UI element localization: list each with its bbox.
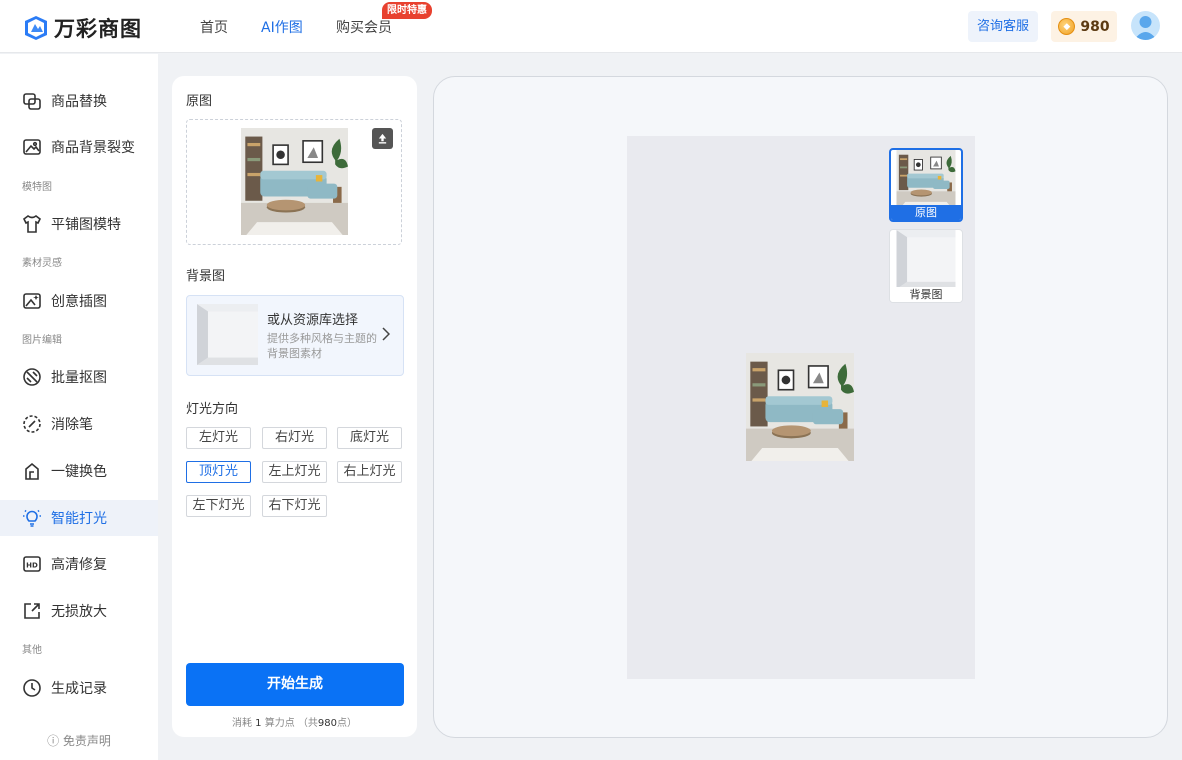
upload-button[interactable] (372, 128, 393, 149)
background-thumbnail (197, 304, 258, 365)
sidebar-item-smart-lighting[interactable]: 智能打光 (0, 500, 158, 536)
layer-thumb-original[interactable]: 原图 (889, 148, 963, 222)
background-image-label: 背景图 (186, 269, 226, 284)
recolor-icon (25, 462, 39, 480)
layer-label: 原图 (891, 205, 961, 220)
upload-icon (378, 133, 387, 144)
background-library-select[interactable]: 或从资源库选择 提供多种风格与主题的背景图素材 (186, 295, 404, 376)
coin-icon: ◆ (1058, 18, 1076, 35)
cost-total-suffix: 点） (337, 718, 358, 729)
sidebar-item-label: 生成记录 (51, 681, 107, 697)
customer-service-button[interactable]: 咨询客服 (968, 11, 1038, 42)
canvas-product-image[interactable] (746, 353, 854, 461)
avatar[interactable] (1131, 11, 1160, 40)
original-image-upload[interactable] (186, 119, 402, 245)
background-library-title: 或从资源库选择 (267, 313, 359, 328)
eraser-icon (23, 415, 41, 433)
sidebar-item-background-variation[interactable]: 商品背景裂变 (0, 129, 158, 165)
sidebar-item-label: 高清修复 (51, 557, 107, 573)
preview-canvas[interactable]: 原图 背景图 (627, 136, 975, 679)
original-image-label: 原图 (186, 94, 213, 109)
logo-icon (25, 16, 47, 40)
cost-prefix: 消耗 (231, 718, 252, 729)
info-icon: ⓘ (47, 734, 60, 748)
preview-panel: 原图 背景图 (433, 76, 1168, 738)
sidebar-item-hd-restore[interactable]: HD 高清修复 (0, 546, 158, 582)
start-generate-button[interactable]: 开始生成 (186, 663, 404, 706)
chevron-right-icon (382, 327, 390, 341)
sidebar-item-label: 一键换色 (51, 464, 107, 480)
layer-background-image (890, 230, 962, 289)
top-header: 万彩商图 首页 AI作图 购买会员 限时特惠 咨询客服 ◆ 980 (0, 0, 1182, 53)
light-option-top[interactable]: 顶灯光 (186, 461, 251, 483)
sidebar-item-label: 商品替换 (51, 94, 107, 110)
light-option-top-right[interactable]: 右上灯光 (337, 461, 402, 483)
light-option-top-left[interactable]: 左上灯光 (262, 461, 327, 483)
layer-original-image (891, 150, 961, 209)
sidebar-item-label: 消除笔 (51, 417, 93, 433)
nav-buy-membership[interactable]: 购买会员 (336, 17, 392, 37)
sidebar-item-lossless-upscale[interactable]: 无损放大 (0, 593, 158, 629)
sidebar-item-eraser[interactable]: 消除笔 (0, 406, 158, 442)
light-option-left[interactable]: 左灯光 (186, 427, 251, 449)
cost-total: 980 (317, 718, 338, 729)
shirt-icon (22, 215, 42, 233)
logo-text: 万彩商图 (54, 17, 142, 41)
illustration-icon (23, 293, 41, 309)
hd-icon: HD (23, 556, 41, 572)
group-label-model: 模特图 (22, 182, 52, 193)
product-replace-icon (23, 93, 41, 110)
light-option-right[interactable]: 右灯光 (262, 427, 327, 449)
sidebar-item-product-replace[interactable]: 商品替换 (0, 83, 158, 119)
sidebar-item-label: 智能打光 (51, 511, 107, 527)
original-image-thumbnail (241, 128, 348, 235)
nav-ai-drawing[interactable]: AI作图 (261, 17, 303, 37)
sidebar-item-label: 商品背景裂变 (51, 140, 135, 156)
sidebar-item-label: 平铺图模特 (51, 217, 121, 233)
sidebar-item-batch-cutout[interactable]: 批量抠图 (0, 359, 158, 395)
points-balance[interactable]: ◆ 980 (1051, 11, 1117, 42)
group-label-other: 其他 (22, 645, 42, 656)
sidebar-item-label: 创意插图 (51, 294, 107, 310)
cutout-icon (23, 368, 41, 386)
points-value: 980 (1080, 18, 1110, 35)
cost-total-prefix: （共 (297, 718, 318, 729)
layer-thumb-background[interactable]: 背景图 (889, 229, 963, 303)
sidebar-item-flatlay-model[interactable]: 平铺图模特 (0, 206, 158, 242)
group-label-image-edit: 图片编辑 (22, 335, 62, 346)
sidebar-item-creative-illustration[interactable]: 创意插图 (0, 283, 158, 319)
light-option-bottom-right[interactable]: 右下灯光 (262, 495, 327, 517)
light-option-bottom[interactable]: 底灯光 (337, 427, 402, 449)
promo-badge: 限时特惠 (382, 2, 432, 19)
light-direction-label: 灯光方向 (186, 402, 239, 417)
lightbulb-icon (23, 509, 41, 527)
sidebar: 商品替换 商品背景裂变 模特图 平铺图模特 素材灵感 创意插图 图片编辑 批量抠… (0, 54, 158, 760)
sidebar-item-label: 无损放大 (51, 604, 107, 620)
cost-amount: 1 (255, 718, 262, 729)
sidebar-item-recolor[interactable]: 一键换色 (0, 453, 158, 489)
background-library-desc: 提供多种风格与主题的背景图素材 (267, 332, 377, 360)
sidebar-item-label: 批量抠图 (51, 370, 107, 386)
group-label-inspiration: 素材灵感 (22, 258, 62, 269)
expand-icon (24, 603, 40, 619)
image-icon (23, 139, 41, 155)
cost-info: 消耗 1 算力点 （共980点） (172, 714, 417, 729)
user-icon (1134, 16, 1157, 40)
clock-icon (23, 679, 41, 697)
light-option-bottom-left[interactable]: 左下灯光 (186, 495, 251, 517)
svg-text:HD: HD (26, 562, 38, 570)
sidebar-item-history[interactable]: 生成记录 (0, 670, 158, 706)
nav-home[interactable]: 首页 (200, 17, 228, 37)
layer-label: 背景图 (890, 287, 962, 302)
settings-panel: 原图 背景图 或从资源库选择 提供多种风格与主题的背景图素材 灯光方向 左灯光 … (172, 76, 417, 737)
disclaimer-link[interactable]: ⓘ 免责声明 (0, 732, 158, 749)
cost-unit: 算力点 (264, 718, 295, 729)
disclaimer-label: 免责声明 (62, 734, 111, 748)
logo[interactable]: 万彩商图 (24, 13, 142, 43)
